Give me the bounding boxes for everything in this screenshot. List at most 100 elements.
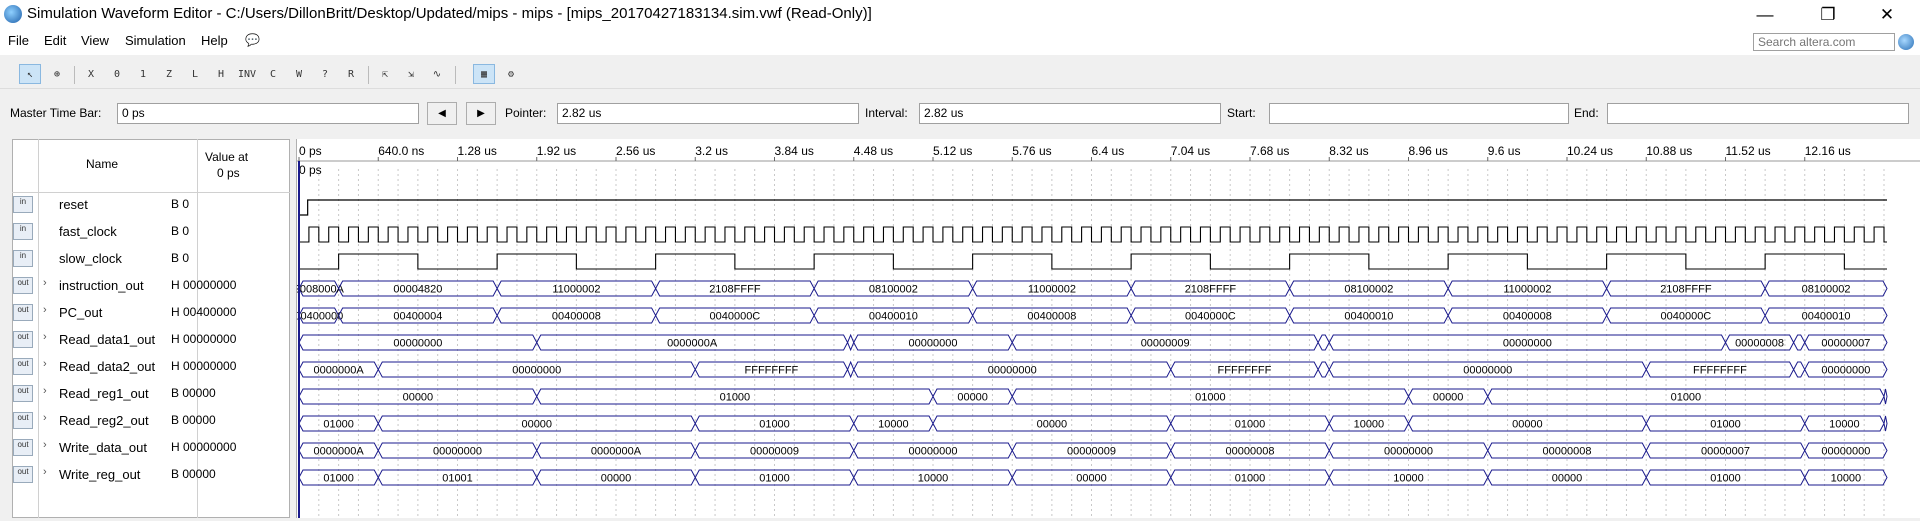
bus-value-label: 01000 [1195,392,1226,404]
weak-high-icon[interactable]: H [210,64,232,84]
bus-value-label: 00000000 [1463,365,1512,377]
menu-bar: File Edit View Simulation Help 💬 [0,29,1920,55]
name-column-header[interactable]: Name [86,157,118,171]
signal-row[interactable]: out › Write_data_out H 00000000 [13,437,289,459]
bus-segment [1883,388,1888,405]
snap-to-grid-icon[interactable]: ⇱ [374,64,396,84]
time-tick-label: 8.32 us [1329,144,1368,158]
signal-name: instruction_out [59,278,144,293]
close-button[interactable]: ✕ [1864,0,1910,29]
force-low-icon[interactable]: 0 [106,64,128,84]
arbitrary-value-icon[interactable]: ⇲ [400,64,422,84]
bus-value-label: 01000 [323,473,354,485]
end-field[interactable] [1607,103,1909,124]
waveform-canvas[interactable]: 0 ps 640.0 ns 1.28 us 1.92 us 2.56 us 3.2 us 3… [294,139,1920,518]
signal-row[interactable]: out › instruction_out H 00000000 [13,275,289,297]
menu-simulation[interactable]: Simulation [125,33,186,48]
time-tick-label: 3.2 us [695,144,728,158]
signal-waveform [299,226,1887,243]
bus-value-label: 00000000 [512,365,561,377]
bus-value-label: FFFFFFFF [1218,365,1272,377]
settings-icon[interactable]: ⚙ [500,64,522,84]
signal-row[interactable]: in slow_clock B 0 [13,248,289,270]
signal-value: H 00000000 [171,359,237,373]
globe-icon[interactable] [1898,34,1914,50]
expand-chevron-icon[interactable]: › [43,331,47,343]
bus-value-label: 00000008 [1735,338,1784,350]
bus-value-label: 00004820 [393,284,442,296]
random-values-icon[interactable]: R [340,64,362,84]
time-tick-label: 10.88 us [1646,144,1692,158]
search-input[interactable] [1753,33,1895,51]
toolbar-separator [455,66,456,84]
minimize-button[interactable]: — [1742,0,1788,29]
interval-field[interactable]: 2.82 us [919,103,1221,124]
menu-edit[interactable]: Edit [44,33,66,48]
next-transition-button[interactable]: ▶ [466,102,496,125]
force-high-icon[interactable]: 1 [132,64,154,84]
menu-view[interactable]: View [81,33,109,48]
expand-chevron-icon[interactable]: › [43,412,47,424]
signal-row[interactable]: out › Read_reg2_out B 00000 [13,410,289,432]
signal-name: Read_data1_out [59,332,156,347]
selection-tool-icon[interactable]: ↖ [19,64,41,84]
output-pin-icon: out [13,466,33,483]
signal-row[interactable]: out › Read_reg1_out B 00000 [13,383,289,405]
clock-value-icon[interactable]: ∿ [426,64,448,84]
previous-transition-button[interactable]: ◀ [427,102,457,125]
bus-segment [847,333,855,352]
signal-row[interactable]: out › Read_data1_out H 00000000 [13,329,289,351]
grid-toggle-icon[interactable]: ▦ [473,64,495,84]
menu-file[interactable]: File [8,33,29,48]
force-unknown-icon[interactable]: X [80,64,102,84]
output-pin-icon: out [13,358,33,375]
signal-row[interactable]: out › Write_reg_out B 00000 [13,464,289,486]
master-time-bar-field[interactable]: 0 ps [117,103,419,124]
expand-chevron-icon[interactable]: › [43,277,47,289]
bus-value-label: 00000009 [1067,446,1116,458]
expand-chevron-icon[interactable]: › [43,439,47,451]
value-column-header[interactable]: Value at [205,150,248,164]
bus-value-label: 0000000A [314,365,365,377]
dont-care-icon[interactable]: ? [314,64,336,84]
app-icon [4,5,22,23]
pointer-field[interactable]: 2.82 us [557,103,859,124]
zoom-tool-icon[interactable]: ⊕ [46,64,68,84]
maximize-button[interactable]: ❐ [1805,0,1851,29]
time-tick-label: 1.92 us [537,144,576,158]
output-pin-icon: out [13,331,33,348]
signal-name: reset [59,197,88,212]
signal-row[interactable]: out › PC_out H 00400000 [13,302,289,324]
time-tick-label: 5.12 us [933,144,972,158]
signal-value: B 00000 [171,386,216,400]
bus-value-label: 0000000A [667,338,718,350]
bus-value-label: 00400008 [1503,311,1552,323]
weak-low-icon[interactable]: L [184,64,206,84]
invert-icon[interactable]: INV [236,64,258,84]
weak-unknown-icon[interactable]: W [288,64,310,84]
expand-chevron-icon[interactable]: › [43,358,47,370]
bus-value-label: 01000 [1235,473,1266,485]
start-field[interactable] [1269,103,1569,124]
waveform-pane[interactable]: 0 ps 640.0 ns 1.28 us 1.92 us 2.56 us 3.2 us 3… [294,139,1920,518]
bus-value-label: 00000 [601,473,632,485]
count-value-icon[interactable]: C [262,64,284,84]
bus-value-label: 00000000 [433,446,482,458]
feedback-icon[interactable]: 💬 [245,33,260,47]
menu-help[interactable]: Help [201,33,228,48]
expand-chevron-icon[interactable]: › [43,385,47,397]
bus-value-label: 10000 [918,473,949,485]
interval-label: Interval: [865,106,908,120]
expand-chevron-icon[interactable]: › [43,304,47,316]
end-label: End: [1574,106,1599,120]
signal-row[interactable]: out › Read_data2_out H 00000000 [13,356,289,378]
bus-value-label: 01000 [1671,392,1702,404]
bus-value-label: 00400008 [1027,311,1076,323]
bus-value-label: 00000 [521,419,552,431]
bus-value-label: 00000 [1076,473,1107,485]
signal-row[interactable]: in reset B 0 [13,194,289,216]
expand-chevron-icon[interactable]: › [43,466,47,478]
signal-row[interactable]: in fast_clock B 0 [13,221,289,243]
bus-segment [1317,334,1330,351]
high-impedance-icon[interactable]: Z [158,64,180,84]
